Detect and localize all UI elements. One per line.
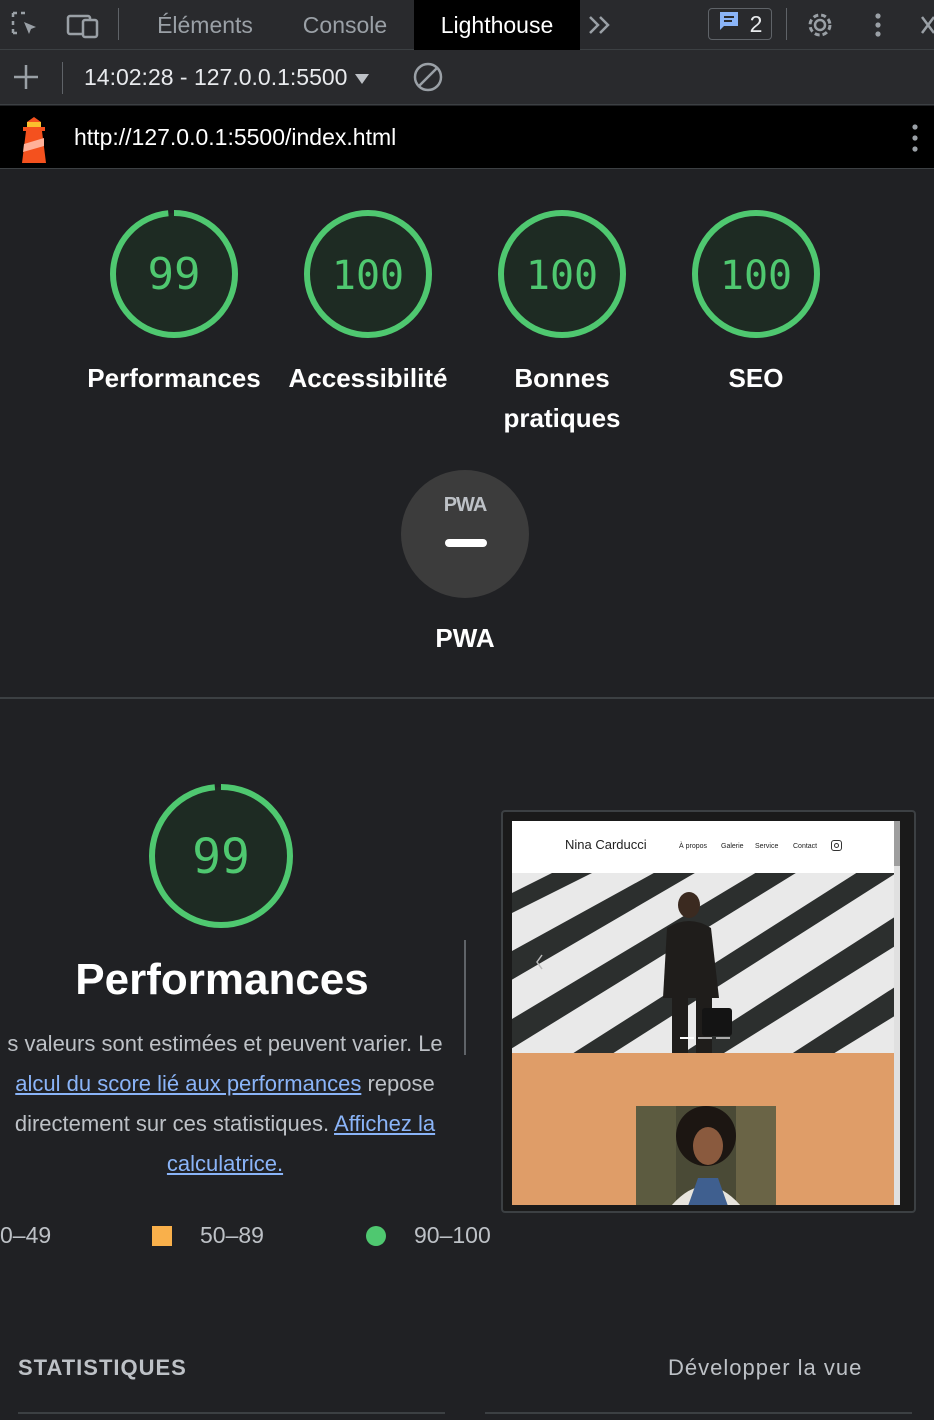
site-nav-item: Contact [793,843,818,850]
devtools-tabbar: Éléments Console Lighthouse 2 [0,0,934,50]
desc-text: s valeurs sont estimées et peuvent varie… [7,1031,443,1056]
legend-fail: 0–49 [0,1222,51,1249]
separator [62,62,63,94]
score-value: 100 [720,253,792,299]
separator [786,8,787,40]
score-value: 100 [526,253,598,299]
metrics-heading: STATISTIQUES [18,1355,187,1380]
report-url[interactable]: http://127.0.0.1:5500/index.html [74,124,396,151]
pwa-dash-icon [445,539,487,547]
site-nav-item: Service [755,843,779,850]
screenshot-page: Nina Carducci À propos Galerie Service C… [512,821,899,1205]
issues-count: 2 [749,10,763,37]
score-gauge[interactable]: 100 [497,209,627,339]
score-gauge[interactable]: 100 [303,209,433,339]
score-label: Performances [87,363,261,393]
site-nav-item: À propos [679,843,708,850]
legend-range: 90–100 [414,1222,491,1248]
portrait-image [636,1106,776,1205]
issues-icon [718,10,740,38]
circle-icon [366,1225,386,1246]
more-tabs-icon[interactable] [584,10,616,40]
separator [118,8,119,40]
square-icon [152,1225,172,1246]
pwa-label: PWA [435,623,495,653]
score-value: 99 [148,249,201,300]
close-icon[interactable] [912,10,934,40]
score-calculation-link[interactable]: alcul du score lié aux performances [15,1071,361,1096]
legend-range: 0–49 [0,1222,52,1248]
score-label: Bonnes pratiques [503,363,621,433]
legend-average: 50–89 [152,1222,264,1249]
kebab-icon[interactable] [862,10,894,40]
screenshot-scrollbar [894,821,900,1205]
report-select[interactable]: 14:02:28 - 127.0.0.1:5500 [84,64,370,91]
kebab-icon[interactable] [910,122,920,159]
gear-icon[interactable] [804,10,836,40]
inspect-icon[interactable] [10,10,42,40]
expand-view-button[interactable]: Développer la vue [668,1355,862,1381]
device-toolbar-icon[interactable] [64,10,104,40]
tab-lighthouse[interactable]: Lighthouse [414,0,580,50]
performance-title: Performances [75,955,369,1004]
dropdown-caret-icon [355,64,370,91]
legend-range: 50–89 [200,1222,264,1248]
legend-pass: 90–100 [366,1222,491,1249]
tab-elements[interactable]: Éléments [140,0,270,50]
score-value: 100 [332,253,404,299]
score-label: SEO [728,363,784,393]
performance-gauge: 99 [149,784,293,928]
pwa-badge[interactable]: PWA [401,470,529,598]
pwa-badge-text: PWA [443,494,488,516]
site-name: Nina Carducci [565,837,647,852]
report-url-bar: http://127.0.0.1:5500/index.html [0,106,934,169]
desc-text: directement sur ces statistiques. [14,1111,330,1136]
metrics-divider [485,1412,912,1414]
plus-icon[interactable] [10,62,42,92]
hero-image [512,873,899,1053]
tab-console[interactable]: Console [284,0,406,50]
lighthouse-toolbar: 14:02:28 - 127.0.0.1:5500 [0,50,934,105]
lighthouse-logo-icon [16,116,52,169]
clear-icon[interactable] [412,62,444,92]
performance-description: s valeurs sont estimées et peuvent varie… [0,1024,474,1184]
calculator-link[interactable]: Affichez la [334,1111,435,1136]
calculator-link[interactable]: calculatrice. [167,1151,283,1176]
performance-score-value: 99 [192,829,250,885]
score-gauge[interactable]: 100 [691,209,821,339]
section-divider [0,697,934,699]
site-header: Nina Carducci À propos Galerie Service C… [512,821,899,873]
score-gauge[interactable]: 99 [109,209,239,339]
instagram-icon [831,840,842,851]
site-nav-item: Galerie [721,843,744,850]
metrics-divider [18,1412,445,1414]
desc-text: repose [367,1071,435,1096]
score-label: Accessibilité [288,363,448,393]
issues-button[interactable]: 2 [708,8,772,40]
final-screenshot[interactable]: Nina Carducci À propos Galerie Service C… [501,810,916,1213]
about-section [512,1053,899,1205]
report-select-value: 14:02:28 - 127.0.0.1:5500 [84,64,348,90]
